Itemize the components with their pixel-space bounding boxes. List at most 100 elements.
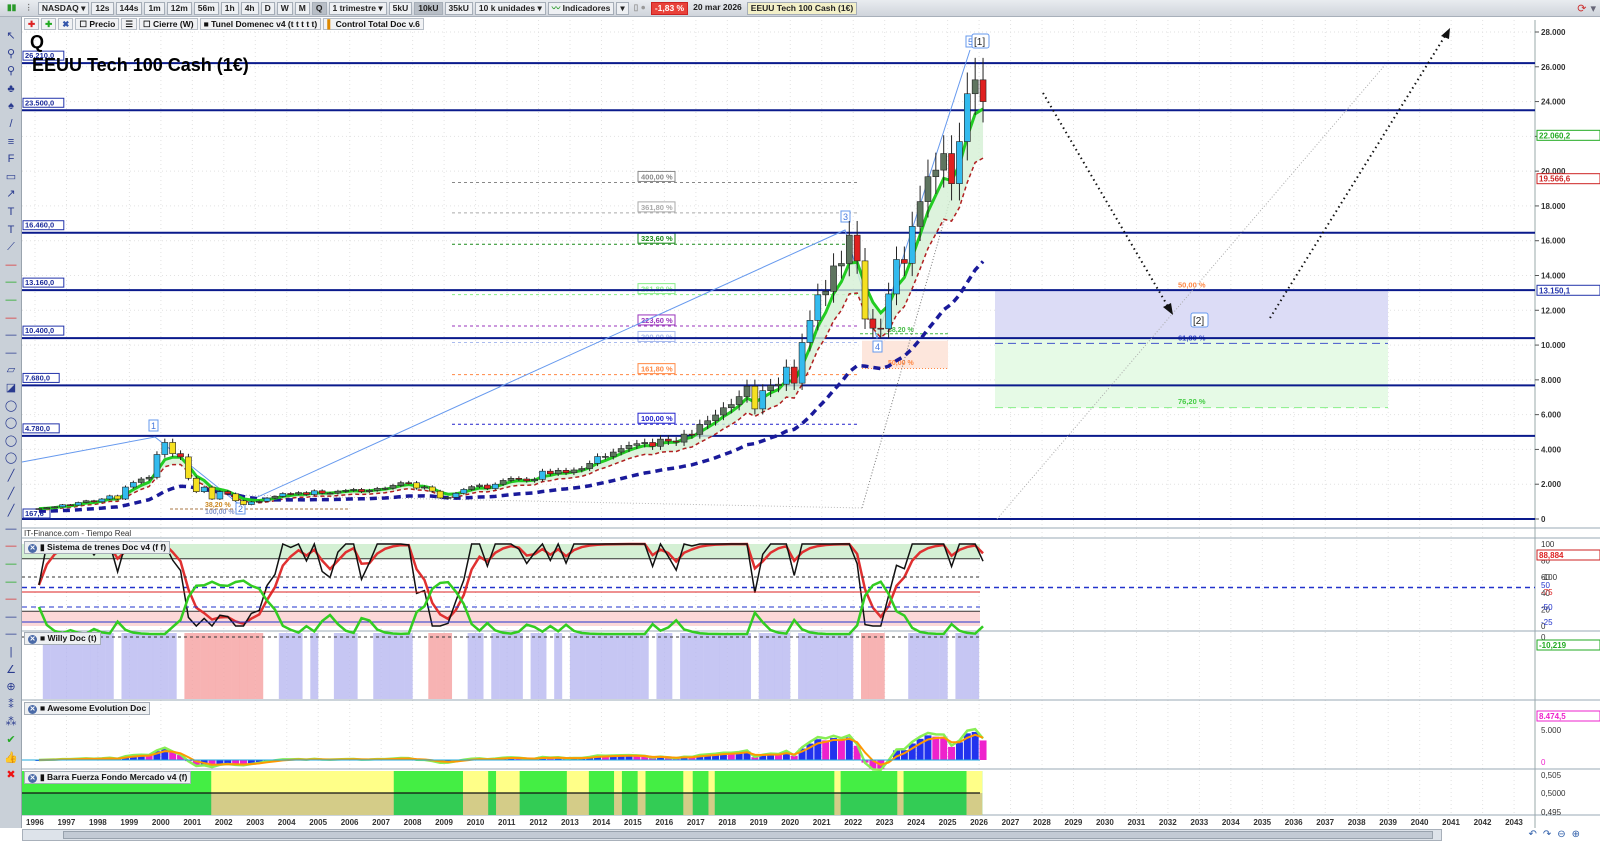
line-red-icon[interactable]: — xyxy=(3,258,19,272)
timeframe-M[interactable]: M xyxy=(294,1,310,15)
refresh-icon[interactable]: ⟳ xyxy=(1577,2,1586,15)
legend-tunel[interactable]: ■ Tunel Domenec v4 (t t t t t) xyxy=(199,18,322,30)
arrow-icon[interactable]: ↗ xyxy=(3,187,19,201)
angle-icon[interactable]: ∠ xyxy=(3,663,19,677)
ellipse3-icon[interactable]: ◯ xyxy=(3,434,19,448)
timeframe-1h[interactable]: 1h xyxy=(220,1,239,15)
text-icon[interactable]: T xyxy=(3,205,19,219)
rectangle-icon[interactable]: ▭ xyxy=(3,170,19,184)
year-label: 2007 xyxy=(372,818,390,827)
symbol-select[interactable]: NASDAQ ▾ xyxy=(37,1,90,15)
timeframe-12m[interactable]: 12m xyxy=(166,1,192,15)
zoom-out-icon[interactable]: ⊖ xyxy=(1557,829,1565,840)
line-dkgreen-icon[interactable]: — xyxy=(3,293,19,307)
timeframe-Q[interactable]: Q xyxy=(311,1,327,15)
candle-body xyxy=(783,366,790,385)
legend-precio[interactable]: ☐ Precio xyxy=(75,18,120,30)
wave-count-icon[interactable]: ⁑ xyxy=(3,698,19,712)
close-panel-icon[interactable]: ✕ xyxy=(28,544,37,553)
candle-body xyxy=(303,492,310,495)
ellipse-icon[interactable]: ◯ xyxy=(3,399,19,413)
line-blue-icon[interactable]: — xyxy=(3,328,19,342)
timeframe-56m[interactable]: 56m xyxy=(193,1,219,15)
check-icon[interactable]: ✔ xyxy=(3,733,19,747)
indicators-dropdown[interactable]: ▾ xyxy=(616,1,629,15)
line-green-icon[interactable]: — xyxy=(3,275,19,289)
settings-icon[interactable]: ▾ xyxy=(1590,2,1596,15)
text-alt-icon[interactable]: T xyxy=(3,223,19,237)
candle-body xyxy=(232,493,239,502)
target-icon[interactable]: ⊕ xyxy=(3,680,19,694)
close-panel-icon[interactable]: ✕ xyxy=(28,705,37,714)
close-icon[interactable]: ✖ xyxy=(58,18,74,30)
wave-label: 2 xyxy=(238,504,243,514)
ruler-icon[interactable]: ▱ xyxy=(3,363,19,377)
period-letter: Q xyxy=(30,32,44,52)
thumbs-up-icon[interactable]: 👍 xyxy=(3,751,19,765)
chart-type-icon[interactable]: ▮▮ xyxy=(4,2,19,15)
channel-icon[interactable]: ≡ xyxy=(3,135,19,149)
scrollbar-thumb[interactable] xyxy=(63,831,1433,839)
add-icon[interactable]: ✚ xyxy=(24,18,40,30)
line-a-icon[interactable]: ╱ xyxy=(3,469,19,483)
color-navy-icon[interactable]: — xyxy=(3,627,19,641)
timeframe-W[interactable]: W xyxy=(276,1,293,15)
color-dkgreen-icon[interactable]: — xyxy=(3,575,19,589)
up-icon[interactable]: ✚ xyxy=(41,18,57,30)
trendline-icon[interactable]: / xyxy=(3,117,19,131)
line-b-icon[interactable]: ╱ xyxy=(3,487,19,501)
ellipse4-icon[interactable]: ◯ xyxy=(3,451,19,465)
bell-icon[interactable]: ♠ xyxy=(3,99,19,113)
color-red-icon[interactable]: — xyxy=(3,539,19,553)
color-ltblue-icon[interactable]: — xyxy=(3,610,19,624)
measure-icon[interactable]: ⟋ xyxy=(3,240,19,254)
timeframe-4h[interactable]: 4h xyxy=(240,1,259,15)
timeframe-D[interactable]: D xyxy=(260,1,275,15)
legend-cierre[interactable]: ☐ Cierre (W) xyxy=(138,18,198,30)
ellipse2-icon[interactable]: ◯ xyxy=(3,416,19,430)
candle-body xyxy=(169,442,176,454)
delete-icon[interactable]: ✖ xyxy=(3,768,19,782)
willy-shade-bar xyxy=(294,633,303,699)
wave-abc-icon[interactable]: ⁂ xyxy=(3,715,19,729)
line-red2-icon[interactable]: — xyxy=(3,311,19,325)
level-label: 4.780,0 xyxy=(25,424,50,433)
zoom-in-icon[interactable]: ⊕ xyxy=(1572,829,1580,840)
zoom-area-icon[interactable]: ⚲ xyxy=(3,64,19,78)
cursor-icon[interactable]: ↖ xyxy=(3,29,19,43)
close-panel-icon[interactable]: ✕ xyxy=(28,635,37,644)
close-panel-icon[interactable]: ✕ xyxy=(28,774,37,783)
horizontal-scrollbar[interactable] xyxy=(22,829,1442,841)
separator-icon[interactable]: — xyxy=(3,522,19,536)
unit-10kU[interactable]: 10kU xyxy=(414,1,443,15)
willy-shade-bar xyxy=(687,633,696,699)
zoom-icon[interactable]: ⚲ xyxy=(3,47,19,61)
year-label: 2006 xyxy=(341,818,359,827)
timeframe-1m[interactable]: 1m xyxy=(144,1,165,15)
line-navy-icon[interactable]: — xyxy=(3,346,19,360)
candle-body xyxy=(916,201,924,227)
units-select[interactable]: 10 k unidades ▾ xyxy=(474,1,546,15)
color-green-icon[interactable]: — xyxy=(3,557,19,571)
unit-35kU[interactable]: 35kU xyxy=(444,1,473,15)
unit-5kU[interactable]: 5kU xyxy=(388,1,413,15)
timeframe-144s[interactable]: 144s xyxy=(115,1,143,15)
awesome-value-tag: 8.474,5 xyxy=(1539,712,1566,721)
timeframe-12s[interactable]: 12s xyxy=(91,1,114,15)
willy-shade-bar xyxy=(632,633,641,699)
vline-icon[interactable]: | xyxy=(3,645,19,659)
period-select[interactable]: 1 trimestre ▾ xyxy=(328,1,387,15)
line-c-icon[interactable]: ╱ xyxy=(3,504,19,518)
list-icon[interactable]: ☰ xyxy=(121,18,137,30)
alert-icon[interactable]: ♣ xyxy=(3,82,19,96)
candle-body xyxy=(720,407,727,416)
legend-control[interactable]: ▌ Control Total Doc v.6 xyxy=(323,18,424,30)
fibonacci-icon[interactable]: F xyxy=(3,152,19,166)
barra-tick: 0,495 xyxy=(1541,808,1562,817)
indicators-button[interactable]: 〰 Indicadores xyxy=(547,1,615,15)
chart-canvas[interactable]: 28.00026.00024.00022.00020.00018.00016.0… xyxy=(0,0,1600,860)
eraser-icon[interactable]: ◪ xyxy=(3,381,19,395)
undo-icon[interactable]: ↶ xyxy=(1528,829,1536,840)
color-red2-icon[interactable]: — xyxy=(3,592,19,606)
redo-icon[interactable]: ↷ xyxy=(1543,829,1551,840)
